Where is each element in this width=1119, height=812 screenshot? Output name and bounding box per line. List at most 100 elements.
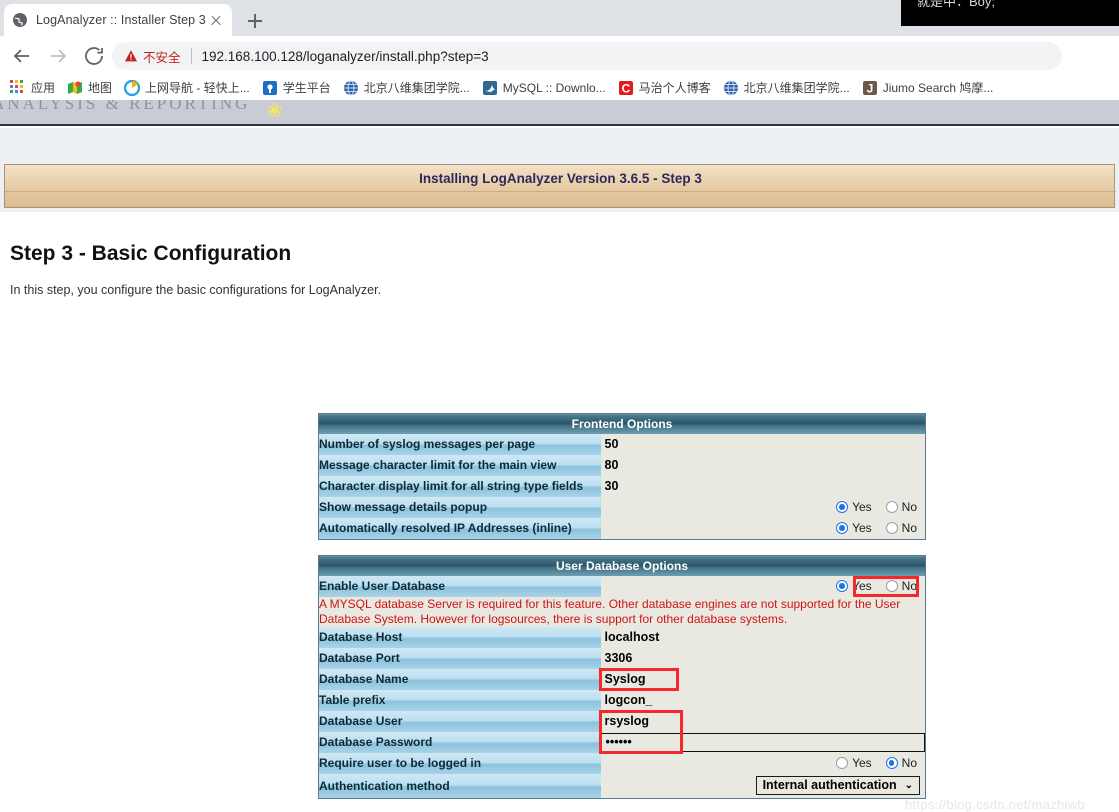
table-row: Database Host — [318, 626, 926, 648]
database-name-input[interactable] — [600, 669, 925, 689]
frontend-section-title: Frontend Options — [318, 413, 926, 434]
bookmark-jiumo-search[interactable]: J Jiumo Search 鸠摩... — [856, 77, 1000, 99]
new-tab-button[interactable] — [243, 9, 267, 33]
require-login-radio-group: Yes No — [601, 753, 926, 774]
radio-no[interactable] — [885, 757, 898, 769]
bookmark-label: 应用 — [31, 81, 56, 95]
radio-no-label: No — [901, 756, 917, 770]
mysql-dolphin-icon — [482, 80, 498, 96]
bookmark-navigation[interactable]: 上网导航 - 轻快上... — [118, 77, 256, 99]
radio-no-label: No — [901, 579, 917, 593]
radio-no[interactable] — [885, 501, 898, 513]
bookmark-student-platform[interactable]: 学生平台 — [256, 77, 337, 99]
radio-yes-label: Yes — [852, 500, 872, 514]
row-label: Automatically resolved IP Addresses (inl… — [318, 517, 601, 539]
bookmark-bjbw-1[interactable]: 北京八维集团学院... — [337, 77, 476, 99]
row-value[interactable] — [600, 710, 926, 732]
table-row: Database Name — [318, 668, 926, 690]
frontend-section-header-row: Frontend Options — [318, 413, 926, 434]
row-value[interactable] — [600, 626, 926, 648]
row-value: Yes No — [600, 496, 926, 518]
row-label: Message character limit for the main vie… — [318, 454, 601, 476]
bookmark-label: Jiumo Search 鸠摩... — [882, 81, 994, 95]
radio-no[interactable] — [885, 580, 898, 592]
table-row: Enable User Database Yes No — [318, 575, 926, 597]
leaf-icon: ❀ — [266, 100, 283, 122]
frontend-options-body: Frontend Options Number of syslog messag… — [318, 413, 926, 539]
table-row: Database Password — [318, 731, 926, 753]
globe-icon — [12, 12, 28, 28]
row-value[interactable] — [600, 668, 926, 690]
close-icon[interactable] — [208, 12, 224, 28]
address-bar[interactable]: 不安全 192.168.100.128/loganalyzer/install.… — [112, 42, 1062, 70]
bookmark-bjbw-2[interactable]: 北京八维集团学院... — [717, 77, 856, 99]
enable-user-db-radio-group: Yes No — [601, 576, 926, 597]
row-label: Authentication method — [318, 773, 601, 799]
row-label: Database Host — [318, 626, 601, 648]
reload-icon[interactable] — [82, 44, 106, 68]
radio-yes[interactable] — [836, 522, 849, 534]
j-letter-icon: J — [862, 80, 878, 96]
radio-no[interactable] — [885, 522, 898, 534]
database-user-input[interactable] — [600, 711, 925, 731]
bookmark-label: 上网导航 - 轻快上... — [145, 81, 250, 95]
table-row: Show message details popup Yes No — [318, 496, 926, 518]
forward-arrow-icon[interactable] — [46, 44, 70, 68]
bookmarks-bar: 应用 地图 上网导航 - 轻快上... 学生平台 北京八维集团学院... MyS… — [0, 75, 1119, 100]
row-label: Enable User Database — [318, 575, 601, 597]
radio-yes[interactable] — [836, 501, 849, 513]
bookmark-blog[interactable]: C 马治个人博客 — [612, 77, 717, 99]
bookmark-label: 北京八维集团学院... — [743, 81, 850, 95]
url-text: 192.168.100.128/loganalyzer/install.php?… — [201, 48, 489, 64]
row-value[interactable] — [600, 454, 926, 476]
table-row: Automatically resolved IP Addresses (inl… — [318, 517, 926, 539]
table-row: Number of syslog messages per page — [318, 433, 926, 455]
user-database-options-table: User Database Options Enable User Databa… — [318, 555, 926, 799]
table-row: Require user to be logged in Yes No — [318, 752, 926, 774]
browser-tab[interactable]: LogAnalyzer :: Installer Step 3 — [4, 4, 232, 36]
radio-yes[interactable] — [836, 757, 849, 769]
warning-triangle-icon — [124, 49, 138, 63]
row-value[interactable] — [600, 433, 926, 455]
bookmark-maps[interactable]: 地图 — [61, 77, 118, 99]
installer-title: Installing LogAnalyzer Version 3.6.5 - S… — [419, 171, 702, 186]
messages-per-page-input[interactable] — [600, 434, 925, 454]
database-password-input[interactable] — [600, 732, 925, 752]
row-value[interactable] — [600, 475, 926, 497]
string-display-limit-input[interactable] — [600, 476, 925, 496]
database-host-input[interactable] — [600, 627, 925, 647]
row-value: Yes No — [600, 517, 926, 539]
table-prefix-input[interactable] — [600, 690, 925, 710]
bookmark-label: 北京八维集团学院... — [363, 81, 470, 95]
userdb-note-row: A MYSQL database Server is required for … — [318, 596, 926, 627]
page-subtitle: In this step, you configure the basic co… — [10, 283, 382, 297]
svg-text:C: C — [621, 81, 630, 95]
row-value: Yes No — [600, 752, 926, 774]
omnibox-divider — [190, 48, 192, 64]
bookmark-mysql[interactable]: MySQL :: Downlo... — [476, 77, 612, 99]
student-icon — [262, 80, 278, 96]
userdb-section-title: User Database Options — [318, 555, 926, 576]
bookmark-apps[interactable]: 应用 — [4, 77, 61, 99]
bookmark-label: MySQL :: Downlo... — [502, 80, 606, 95]
row-label: Table prefix — [318, 689, 601, 711]
authentication-method-select[interactable]: Internal authentication ⌄ — [755, 775, 920, 795]
row-label: Character display limit for all string t… — [318, 475, 601, 497]
database-port-input[interactable] — [600, 648, 925, 668]
message-char-limit-input[interactable] — [600, 455, 925, 475]
row-label: Database Name — [318, 668, 601, 690]
banner-tagline: ANALYSIS & REPORTING — [0, 100, 251, 113]
apps-grid-icon — [10, 79, 26, 96]
tab-title: LogAnalyzer :: Installer Step 3 — [36, 13, 206, 27]
table-row: Authentication method Internal authentic… — [318, 773, 926, 799]
row-value[interactable] — [600, 689, 926, 711]
site-banner: ANALYSIS & REPORTING ❀ — [0, 100, 1119, 126]
row-value[interactable] — [600, 647, 926, 669]
page-content: ANALYSIS & REPORTING ❀ Installing LogAna… — [0, 100, 1119, 812]
overlay-text: 就是中：Boy; — [917, 0, 996, 9]
row-value[interactable] — [600, 731, 926, 753]
bookmark-label: 马治个人博客 — [638, 81, 711, 95]
radio-yes[interactable] — [836, 580, 849, 592]
back-arrow-icon[interactable] — [10, 44, 34, 68]
maps-icon — [67, 80, 83, 96]
